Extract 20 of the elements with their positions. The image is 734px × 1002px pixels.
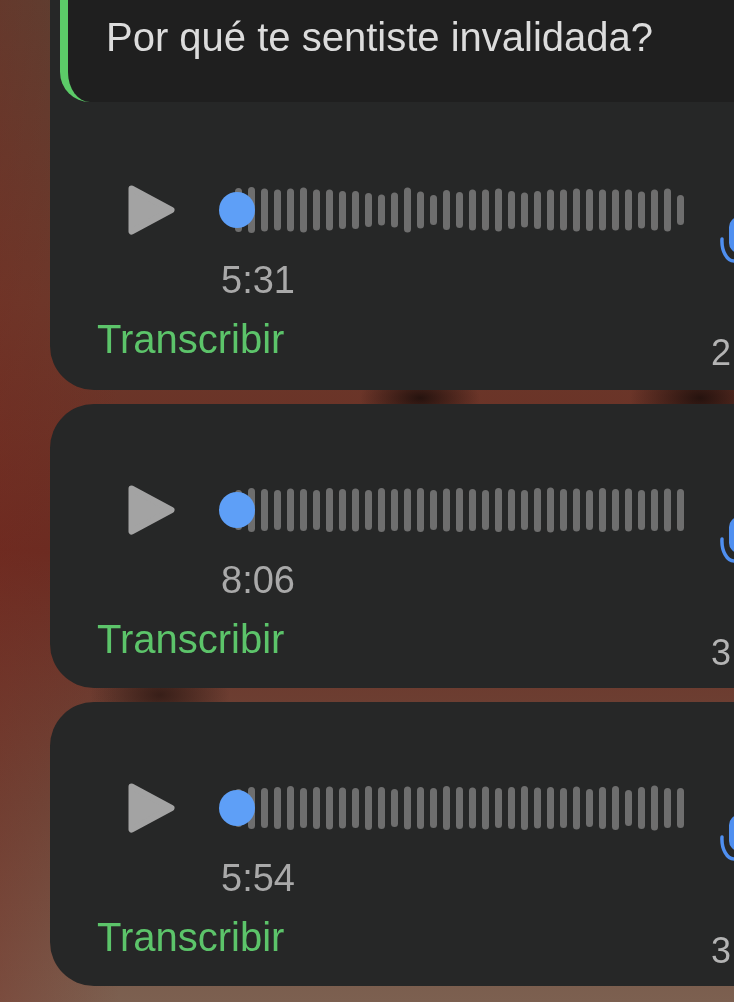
cut-off-text: 2 [711,333,732,373]
duration-text: 8:06 [221,559,295,601]
quote-text: Por qué te sentiste invalidada? [106,14,654,60]
microphone-icon [720,517,734,563]
microphone-icon [720,217,734,263]
quoted-reply[interactable]: Por qué te sentiste invalidada? [60,0,734,102]
transcribe-link[interactable]: Transcribir [97,914,285,960]
playhead-thumb[interactable] [219,192,255,228]
transcribe-link[interactable]: Transcribir [97,316,285,362]
play-icon[interactable] [128,485,175,535]
playhead-thumb[interactable] [219,790,255,826]
microphone-icon [720,815,734,861]
cut-off-text: 3 [711,633,732,673]
duration-text: 5:54 [221,857,295,899]
play-icon[interactable] [128,185,175,235]
duration-text: 5:31 [221,259,295,301]
cut-off-text: 3 [711,931,732,971]
playhead-thumb[interactable] [219,492,255,528]
transcribe-link[interactable]: Transcribir [97,616,285,662]
play-icon[interactable] [128,783,175,833]
